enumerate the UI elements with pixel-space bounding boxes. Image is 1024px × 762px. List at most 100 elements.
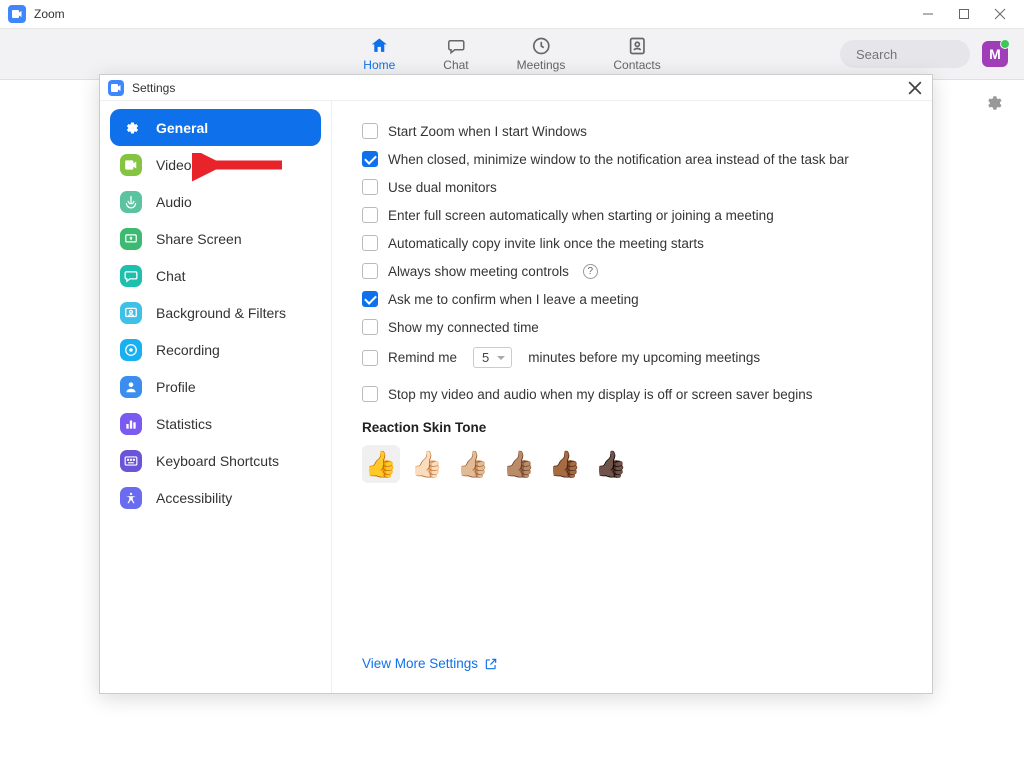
recording-icon xyxy=(120,339,142,361)
checkbox[interactable] xyxy=(362,319,378,335)
skin-tone-option[interactable]: 👍🏿 xyxy=(592,445,630,483)
chat-icon xyxy=(120,265,142,287)
option-label: Start Zoom when I start Windows xyxy=(388,124,587,139)
help-icon[interactable]: ? xyxy=(583,264,598,279)
option-label: Remind me xyxy=(388,350,457,365)
settings-sidebar: General Video Audio Share Screen Chat Backgro… xyxy=(100,101,332,693)
nav-tab-meetings[interactable]: Meetings xyxy=(517,36,566,72)
checkbox[interactable] xyxy=(362,123,378,139)
titlebar: Zoom xyxy=(0,0,1024,28)
skin-tone-option[interactable]: 👍🏼 xyxy=(454,445,492,483)
view-more-settings-link[interactable]: View More Settings xyxy=(362,656,498,671)
contacts-icon xyxy=(626,36,648,56)
option-label: Automatically copy invite link once the … xyxy=(388,236,704,251)
checkbox[interactable] xyxy=(362,263,378,279)
statistics-icon xyxy=(120,413,142,435)
nav-tab-label: Home xyxy=(363,58,395,72)
option-label: Ask me to confirm when I leave a meeting xyxy=(388,292,639,307)
sidebar-item-bgfilters[interactable]: Background & Filters xyxy=(110,294,321,331)
gear-icon[interactable] xyxy=(984,94,1002,117)
nav-tab-chat[interactable]: Chat xyxy=(443,36,468,72)
checkbox[interactable] xyxy=(362,207,378,223)
clock-icon xyxy=(530,36,552,56)
sidebar-item-label: Audio xyxy=(156,194,192,210)
nav-tab-label: Contacts xyxy=(613,58,660,72)
checkbox[interactable] xyxy=(362,151,378,167)
skin-tone-option[interactable]: 👍🏻 xyxy=(408,445,446,483)
sidebar-item-label: Profile xyxy=(156,379,196,395)
option-row[interactable]: Use dual monitors xyxy=(362,179,906,195)
titlebar-appname: Zoom xyxy=(34,7,65,21)
option-row[interactable]: Ask me to confirm when I leave a meeting xyxy=(362,291,906,307)
sidebar-item-label: Statistics xyxy=(156,416,212,432)
sidebar-item-recording[interactable]: Recording xyxy=(110,331,321,368)
sidebar-item-video[interactable]: Video xyxy=(110,146,321,183)
sidebar-item-label: Chat xyxy=(156,268,186,284)
sidebar-item-label: Accessibility xyxy=(156,490,232,506)
skin-tone-option[interactable]: 👍🏾 xyxy=(546,445,584,483)
sidebar-item-chat[interactable]: Chat xyxy=(110,257,321,294)
option-row[interactable]: Start Zoom when I start Windows xyxy=(362,123,906,139)
sidebar-item-sharescreen[interactable]: Share Screen xyxy=(110,220,321,257)
option-stop-video[interactable]: Stop my video and audio when my display … xyxy=(362,386,906,402)
sidebar-item-label: Keyboard Shortcuts xyxy=(156,453,279,469)
option-label: minutes before my upcoming meetings xyxy=(528,350,760,365)
option-remind[interactable]: Remind me 5 minutes before my upcoming m… xyxy=(362,347,906,368)
view-more-label: View More Settings xyxy=(362,656,478,671)
window-close[interactable] xyxy=(992,6,1008,22)
sidebar-item-label: Background & Filters xyxy=(156,305,286,321)
option-label: Show my connected time xyxy=(388,320,539,335)
nav-tab-label: Meetings xyxy=(517,58,566,72)
sidebar-item-accessibility[interactable]: Accessibility xyxy=(110,479,321,516)
close-icon[interactable] xyxy=(906,79,924,97)
nav-tab-home[interactable]: Home xyxy=(363,36,395,72)
sidebar-item-shortcuts[interactable]: Keyboard Shortcuts xyxy=(110,442,321,479)
window-minimize[interactable] xyxy=(920,6,936,22)
sidebar-item-profile[interactable]: Profile xyxy=(110,368,321,405)
skin-tone-picker: 👍👍🏻👍🏼👍🏽👍🏾👍🏿 xyxy=(362,445,906,483)
sidebar-item-general[interactable]: General xyxy=(110,109,321,146)
sidebar-item-label: Recording xyxy=(156,342,220,358)
sidebar-item-audio[interactable]: Audio xyxy=(110,183,321,220)
option-row[interactable]: Always show meeting controls? xyxy=(362,263,906,279)
settings-title: Settings xyxy=(132,81,175,95)
sidebar-item-label: Video xyxy=(156,157,192,173)
reaction-skin-tone-heading: Reaction Skin Tone xyxy=(362,420,906,435)
home-icon xyxy=(368,36,390,56)
zoom-app-icon xyxy=(8,5,26,23)
audio-icon xyxy=(120,191,142,213)
nav-tab-label: Chat xyxy=(443,58,468,72)
profile-icon xyxy=(120,376,142,398)
option-row[interactable]: Show my connected time xyxy=(362,319,906,335)
settings-modal: Settings General Video Audio Share Screen Ch… xyxy=(99,74,933,694)
option-row[interactable]: Automatically copy invite link once the … xyxy=(362,235,906,251)
search-box[interactable] xyxy=(840,40,970,68)
checkbox[interactable] xyxy=(362,350,378,366)
option-label: Always show meeting controls xyxy=(388,264,569,279)
sidebar-item-statistics[interactable]: Statistics xyxy=(110,405,321,442)
video-icon xyxy=(120,154,142,176)
window-maximize[interactable] xyxy=(956,6,972,22)
checkbox[interactable] xyxy=(362,235,378,251)
main-nav: Home Chat Meetings Contacts M xyxy=(0,28,1024,80)
nav-tab-contacts[interactable]: Contacts xyxy=(613,36,660,72)
skin-tone-option[interactable]: 👍🏽 xyxy=(500,445,538,483)
option-label: When closed, minimize window to the noti… xyxy=(388,152,849,167)
option-row[interactable]: Enter full screen automatically when sta… xyxy=(362,207,906,223)
checkbox[interactable] xyxy=(362,291,378,307)
bgfilters-icon xyxy=(120,302,142,324)
avatar[interactable]: M xyxy=(982,41,1008,67)
sharescreen-icon xyxy=(120,228,142,250)
remind-minutes-select[interactable]: 5 xyxy=(473,347,512,368)
skin-tone-option[interactable]: 👍 xyxy=(362,445,400,483)
accessibility-icon xyxy=(120,487,142,509)
chat-icon xyxy=(445,36,467,56)
checkbox[interactable] xyxy=(362,386,378,402)
shortcuts-icon xyxy=(120,450,142,472)
zoom-app-icon xyxy=(108,80,124,96)
checkbox[interactable] xyxy=(362,179,378,195)
option-label: Stop my video and audio when my display … xyxy=(388,387,812,402)
option-row[interactable]: When closed, minimize window to the noti… xyxy=(362,151,906,167)
option-label: Use dual monitors xyxy=(388,180,497,195)
sidebar-item-label: Share Screen xyxy=(156,231,242,247)
